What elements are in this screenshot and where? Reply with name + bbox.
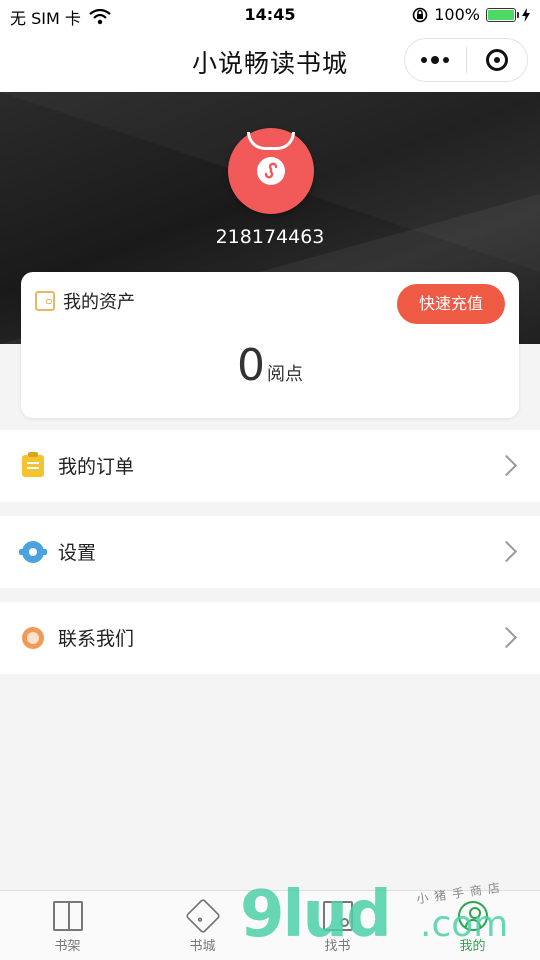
battery-icon bbox=[486, 7, 519, 22]
more-dot-icon bbox=[443, 57, 450, 63]
avatar[interactable] bbox=[228, 128, 314, 214]
menu-item-label: 设置 bbox=[58, 542, 97, 564]
status-right: 100% bbox=[412, 5, 530, 24]
assets-card: 我的资产 快速充值 0 阅点 bbox=[21, 272, 519, 418]
tab-label: 我的 bbox=[459, 939, 486, 954]
user-icon bbox=[457, 901, 488, 931]
balance-value: 0 bbox=[237, 340, 265, 391]
menu-item-label: 我的订单 bbox=[58, 456, 135, 478]
book-icon bbox=[52, 901, 83, 931]
tab-label: 找书 bbox=[324, 939, 351, 954]
tab-mine[interactable]: 我的 bbox=[405, 891, 540, 960]
charging-icon bbox=[522, 7, 530, 22]
chevron-right-icon bbox=[495, 626, 518, 649]
miniprogram-capsule bbox=[404, 38, 528, 82]
gear-icon bbox=[19, 541, 47, 563]
more-dot-icon bbox=[431, 56, 440, 64]
balance-unit: 阅点 bbox=[267, 364, 303, 385]
app-screen: 无 SIM 卡 14:45 100% 小说畅读书城 218174463 我的资产… bbox=[0, 0, 540, 960]
nav-bar: 小说畅读书城 bbox=[0, 30, 540, 92]
status-bar: 无 SIM 卡 14:45 100% bbox=[0, 0, 540, 30]
quick-recharge-button[interactable]: 快速充值 bbox=[397, 284, 505, 324]
wallet-icon bbox=[35, 291, 55, 311]
tag-icon bbox=[184, 897, 221, 935]
chevron-right-icon bbox=[495, 540, 518, 563]
tab-label: 书架 bbox=[54, 939, 81, 954]
menu-item-label: 联系我们 bbox=[58, 628, 135, 650]
tab-bar: 书架 书城 找书 我的 bbox=[0, 890, 540, 960]
close-miniprogram-button[interactable] bbox=[467, 49, 528, 71]
clipboard-icon bbox=[22, 452, 44, 477]
chevron-right-icon bbox=[495, 454, 518, 477]
more-button[interactable] bbox=[405, 56, 466, 64]
user-id: 218174463 bbox=[215, 226, 325, 248]
tab-bookstore[interactable]: 书城 bbox=[135, 891, 270, 960]
target-icon bbox=[485, 49, 508, 71]
tab-bookshelf[interactable]: 书架 bbox=[0, 891, 135, 960]
more-dot-icon bbox=[421, 57, 428, 63]
menu-item-contact[interactable]: 联系我们 bbox=[0, 602, 540, 674]
assets-title: 我的资产 bbox=[63, 292, 135, 313]
balance-display: 0 阅点 bbox=[21, 340, 519, 391]
menu-item-orders[interactable]: 我的订单 bbox=[0, 430, 540, 502]
tab-label: 书城 bbox=[189, 939, 216, 954]
miniprogram-logo-icon bbox=[257, 157, 285, 185]
menu-item-settings[interactable]: 设置 bbox=[0, 516, 540, 588]
assets-header: 我的资产 bbox=[35, 288, 135, 314]
tab-find-book[interactable]: 找书 bbox=[270, 891, 405, 960]
orientation-lock-icon bbox=[412, 7, 428, 22]
search-book-icon bbox=[322, 901, 353, 931]
battery-percent: 100% bbox=[434, 5, 480, 24]
customer-service-icon bbox=[22, 627, 44, 649]
bag-handle-icon bbox=[247, 132, 295, 150]
